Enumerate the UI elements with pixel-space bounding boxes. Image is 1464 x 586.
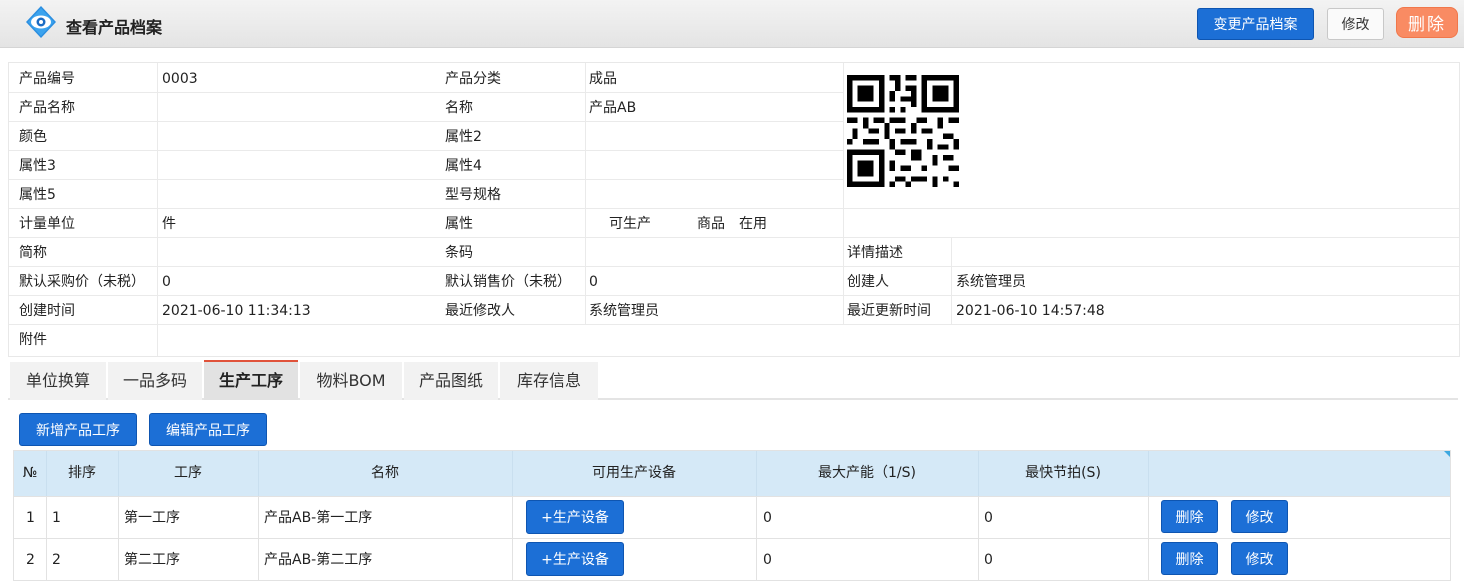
tab-inventory[interactable]: 库存信息 [500,362,598,400]
tab-unit-conversion[interactable]: 单位换算 [10,362,106,400]
short-name-label: 简称 [19,245,47,261]
table-header: № 排序 工序 名称 可用生产设备 最大产能（1/S) 最快节拍(S) [14,451,1450,496]
attr-producible: 可生产 [609,216,651,232]
qr-code-icon [847,75,959,187]
col-actions [1148,451,1450,496]
tab-product-drawing[interactable]: 产品图纸 [404,362,498,400]
model-label: 型号规格 [445,187,501,203]
col-equipment: 可用生产设备 [592,465,676,481]
col-order: 排序 [68,465,96,481]
modify-button[interactable]: 修改 [1327,8,1384,40]
page-title: 查看产品档案 [66,18,163,37]
process-table: № 排序 工序 名称 可用生产设备 最大产能（1/S) 最快节拍(S) 1 1 … [13,450,1451,581]
detail-label: 详情描述 [847,245,903,261]
category-value: 成品 [589,71,617,87]
purchase-price-label: 默认采购价（未税） [19,274,145,290]
page-header: 查看产品档案 变更产品档案 修改 删除 [0,0,1464,48]
add-equipment-button[interactable]: +生产设备 [526,542,624,576]
sale-price-value: 0 [589,274,598,290]
delete-button[interactable]: 删除 [1396,7,1458,38]
creator-value: 系统管理员 [956,274,1026,290]
attribute-label: 属性 [445,216,473,232]
add-equipment-button[interactable]: +生产设备 [526,500,624,534]
creator-label: 创建人 [847,274,889,290]
attachment-label: 附件 [19,332,47,348]
col-no: № [22,465,38,481]
purchase-price-value: 0 [162,274,171,290]
product-code-label: 产品编号 [19,71,75,87]
add-process-button[interactable]: 新增产品工序 [19,413,137,446]
corner-marker-icon [1444,451,1450,457]
row-name: 产品AB-第一工序 [264,510,373,526]
product-code-value: 0003 [162,71,198,87]
row-beat: 0 [984,552,993,568]
product-name-label: 产品名称 [19,100,75,116]
color-label: 颜色 [19,129,47,145]
created-time-label: 创建时间 [19,303,75,319]
attr-goods: 商品 [697,216,725,232]
detail-tabs: 单位换算 一品多码 生产工序 物料BOM 产品图纸 库存信息 [8,360,1458,400]
edit-process-button[interactable]: 编辑产品工序 [149,413,267,446]
row-capacity: 0 [763,552,772,568]
attr-status: 在用 [739,216,767,232]
row-process: 第二工序 [124,552,180,568]
attr4-label: 属性4 [445,158,482,174]
row-order: 2 [52,552,61,568]
modifier-label: 最近修改人 [445,303,515,319]
row-name: 产品AB-第二工序 [264,552,373,568]
attr3-label: 属性3 [19,158,56,174]
modifier-value: 系统管理员 [589,303,659,319]
category-label: 产品分类 [445,71,501,87]
col-beat: 最快节拍(S) [1025,465,1101,481]
row-process: 第一工序 [124,510,180,526]
change-product-button[interactable]: 变更产品档案 [1197,8,1314,40]
col-name: 名称 [371,465,399,481]
row-capacity: 0 [763,510,772,526]
unit-value: 件 [162,216,176,232]
name-value: 产品AB [589,100,637,116]
row-delete-button[interactable]: 删除 [1161,542,1218,575]
row-order: 1 [52,510,61,526]
product-info-grid: 产品编号 0003 产品分类 成品 产品名称 名称 产品AB 颜色 属性2 属性… [8,62,1460,357]
updated-time-value: 2021-06-10 14:57:48 [956,303,1105,319]
attr5-label: 属性5 [19,187,56,203]
tab-multi-code[interactable]: 一品多码 [108,362,202,400]
unit-label: 计量单位 [19,216,75,232]
eye-logo-icon [26,6,56,38]
updated-time-label: 最近更新时间 [847,303,931,319]
row-beat: 0 [984,510,993,526]
tab-production-process[interactable]: 生产工序 [204,360,298,400]
attr2-label: 属性2 [445,129,482,145]
col-process: 工序 [174,465,202,481]
row-no: 2 [26,552,35,568]
created-time-value: 2021-06-10 11:34:13 [162,303,311,319]
row-modify-button[interactable]: 修改 [1231,542,1288,575]
tab-material-bom[interactable]: 物料BOM [300,362,402,400]
sale-price-label: 默认销售价（未税） [445,274,571,290]
barcode-label: 条码 [445,245,473,261]
row-modify-button[interactable]: 修改 [1231,500,1288,533]
name-label: 名称 [445,100,473,116]
col-capacity: 最大产能（1/S) [818,465,916,481]
row-delete-button[interactable]: 删除 [1161,500,1218,533]
row-no: 1 [26,510,35,526]
